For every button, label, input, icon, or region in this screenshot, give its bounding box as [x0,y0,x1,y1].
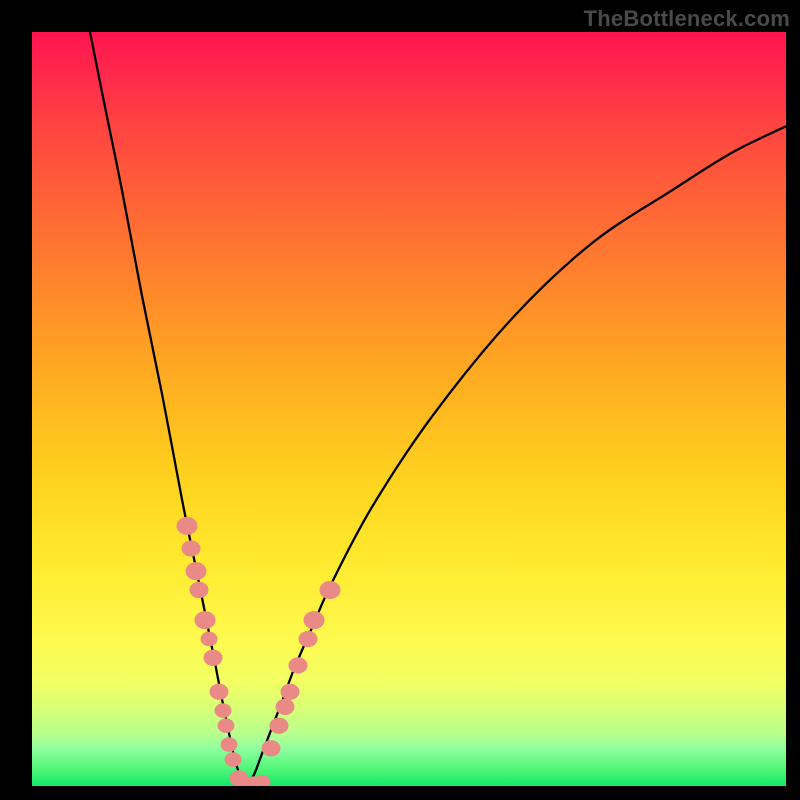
sample-dot [221,738,237,752]
sample-dot [262,741,280,756]
sample-dot [195,612,215,629]
sample-dot [225,753,241,767]
curves-svg [32,32,786,786]
sample-dot [190,582,208,597]
sample-dot [177,517,197,534]
sample-dot [299,631,317,646]
watermark-text: TheBottleneck.com [584,6,790,32]
dots-group [177,517,340,786]
chart-frame: TheBottleneck.com [0,0,800,800]
sample-dot [186,563,206,580]
right-curve [247,126,786,786]
sample-dot [218,719,234,733]
sample-dot [289,658,307,673]
sample-dot [320,581,340,598]
sample-dot [304,612,324,629]
left-curve [90,32,247,786]
sample-dot [270,718,288,733]
sample-dot [254,775,270,786]
sample-dot [215,704,231,718]
sample-dot [281,684,299,699]
plot-area [32,32,786,786]
sample-dot [201,632,217,646]
sample-dot [182,541,200,556]
sample-dot [204,650,222,665]
sample-dot [210,684,228,699]
sample-dot [276,699,294,714]
